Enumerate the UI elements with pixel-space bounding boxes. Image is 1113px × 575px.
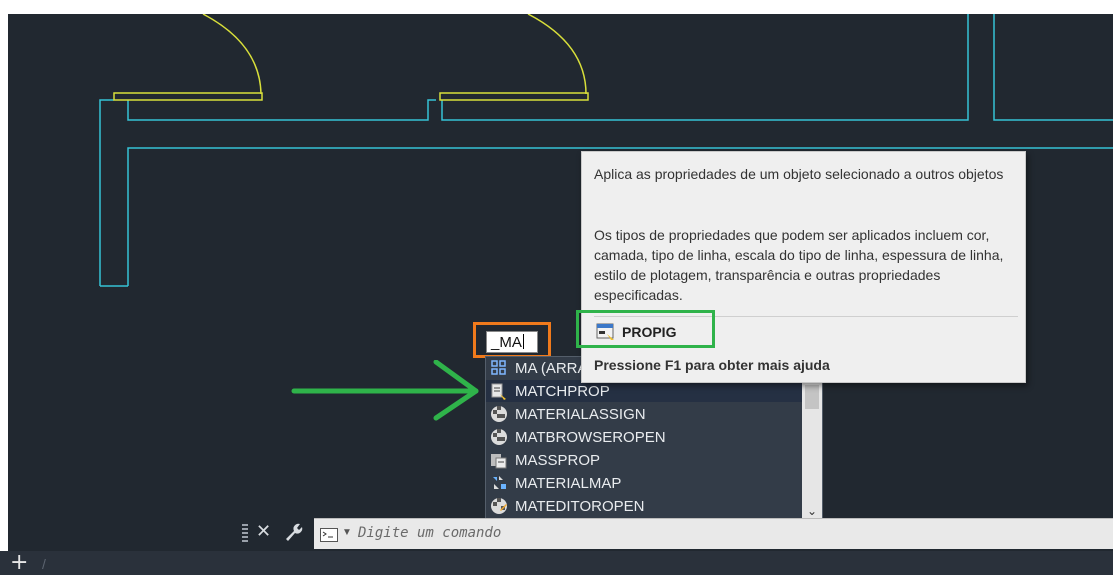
- wall-line: [127, 99, 436, 121]
- autocomplete-item[interactable]: MATBROWSEROPEN: [486, 426, 802, 448]
- scrollbar-thumb[interactable]: [805, 385, 819, 409]
- add-layout-button[interactable]: +: [10, 552, 28, 574]
- autocomplete-item[interactable]: MATEDITOROPEN: [486, 495, 802, 517]
- material-map-icon: [489, 473, 509, 493]
- material-sphere-icon: [489, 427, 509, 447]
- command-placeholder: Digite um comando: [358, 525, 502, 541]
- green-arrow-annotation: [291, 360, 479, 421]
- close-icon[interactable]: ✕: [256, 521, 271, 542]
- tooltip-extended-description: Os tipos de propriedades que podem ser a…: [594, 227, 1004, 303]
- text-cursor: [522, 334, 524, 349]
- dynamic-command-input[interactable]: _MA: [486, 331, 538, 353]
- door-swing-arc: [527, 14, 587, 95]
- material-sphere-icon: [489, 404, 509, 424]
- command-input-field[interactable]: ▼ Digite um comando: [314, 518, 1113, 549]
- autocomplete-item-label: MATEDITOROPEN: [515, 497, 645, 515]
- autocomplete-item-label: MATBROWSEROPEN: [515, 428, 666, 446]
- command-line-bar: ✕ ▼ Digite um comando: [240, 518, 1113, 549]
- autocomplete-item-label: MA (ARRA: [515, 359, 588, 377]
- command-prompt-icon[interactable]: [320, 528, 338, 547]
- door-leaf: [113, 92, 263, 101]
- tooltip-description: Aplica as propriedades de um objeto sele…: [594, 166, 1004, 182]
- green-highlight-box: [576, 310, 715, 348]
- wall-line: [993, 14, 1113, 121]
- array-icon: [489, 358, 509, 378]
- autocomplete-item-label: MATERIALASSIGN: [515, 405, 646, 423]
- autocomplete-item[interactable]: MATERIALMAP: [486, 472, 802, 494]
- door-swing-arc: [202, 14, 262, 95]
- tab-separator: /: [42, 556, 46, 572]
- wrench-icon[interactable]: [282, 521, 304, 548]
- mass-properties-icon: [489, 450, 509, 470]
- command-input-value: _MA: [491, 334, 522, 351]
- material-editor-icon: [489, 496, 509, 516]
- autocomplete-item[interactable]: MASSPROP: [486, 449, 802, 471]
- autocomplete-item-label: MATERIALMAP: [515, 474, 622, 492]
- autocomplete-item-selected[interactable]: MATCHPROP: [486, 380, 802, 402]
- layout-tabs-bar: [0, 551, 1113, 575]
- tooltip-help-text: Pressione F1 para obter mais ajuda: [594, 357, 830, 373]
- wall-line: [441, 14, 969, 121]
- grip-handle[interactable]: [242, 524, 248, 544]
- wall-line: [99, 99, 114, 286]
- dropdown-arrow-icon[interactable]: ▼: [342, 527, 352, 538]
- door-leaf: [439, 92, 589, 101]
- autocomplete-item[interactable]: MATERIALASSIGN: [486, 403, 802, 425]
- autocomplete-item-label: MATCHPROP: [515, 382, 610, 400]
- match-properties-icon: [489, 381, 509, 401]
- command-tooltip: Aplica as propriedades de um objeto sele…: [581, 151, 1026, 383]
- autocomplete-item-label: MASSPROP: [515, 451, 601, 469]
